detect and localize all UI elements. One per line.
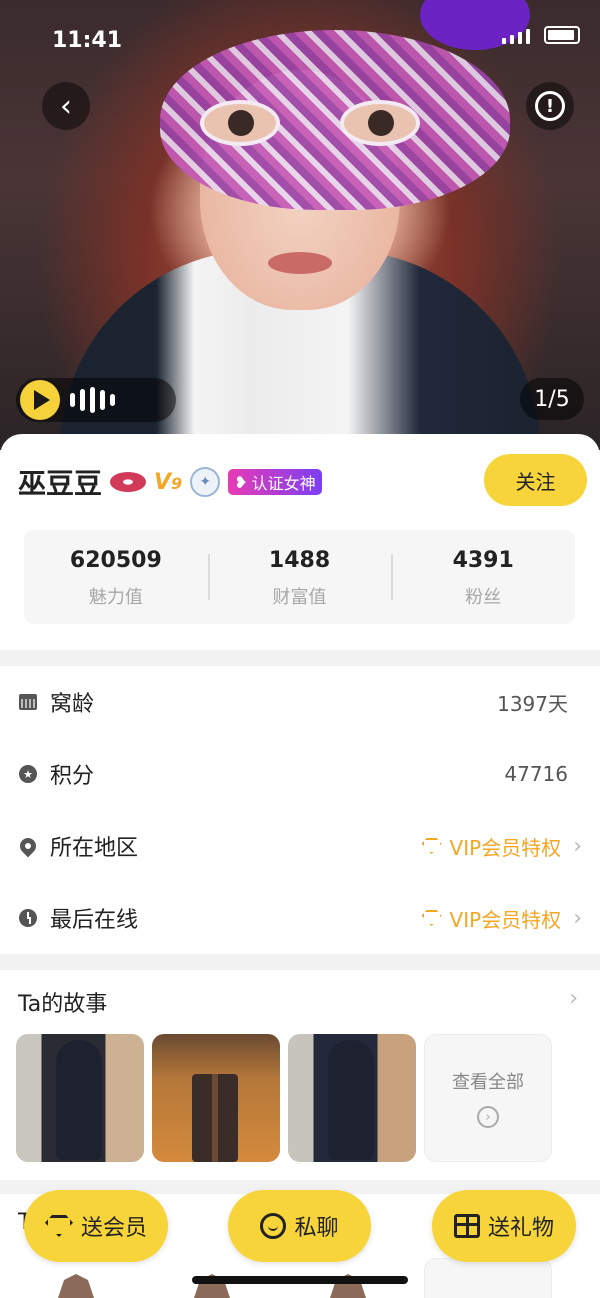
chevron-right-icon: ›	[573, 833, 582, 859]
stat-fans[interactable]: 4391 粉丝	[391, 530, 575, 624]
soundwave-icon	[70, 387, 115, 413]
send-gift-button[interactable]: 送礼物	[432, 1190, 576, 1262]
location-pin-icon	[16, 834, 40, 858]
gift-icon	[453, 1214, 480, 1238]
vip-diamond-icon	[421, 910, 442, 926]
back-button[interactable]: ‹	[42, 82, 90, 130]
butterfly-icon: ❥	[234, 472, 248, 492]
stat-wealth[interactable]: 1488 财富值	[207, 530, 392, 624]
see-all-button[interactable]: 查看全部 ›	[424, 1034, 552, 1162]
photo-counter: 1/5	[520, 378, 584, 420]
stats-panel: 620509 魅力值 1488 财富值 4391 粉丝	[24, 530, 575, 624]
chat-bubble-icon	[260, 1213, 287, 1239]
exclamation-icon: !	[535, 91, 565, 121]
send-vip-button[interactable]: 送会员	[24, 1190, 168, 1262]
vip-privilege-link[interactable]: VIP会员特权 ›	[421, 904, 582, 933]
battery-icon	[544, 26, 580, 44]
home-indicator[interactable]	[192, 1276, 408, 1284]
story-thumbnail[interactable]	[16, 1034, 144, 1162]
stat-charm[interactable]: 620509 魅力值	[24, 530, 208, 624]
vip-diamond-icon	[44, 1215, 73, 1237]
photo-eye-right	[340, 100, 420, 146]
info-row-points: ★ 积分 47716	[0, 738, 600, 810]
name-row: 巫豆豆 V9 ✦ ❥ 认证女神	[18, 462, 322, 502]
vip-level-badge: V9	[154, 469, 183, 495]
report-button[interactable]: !	[526, 82, 574, 130]
info-row-last-online[interactable]: 最后在线 VIP会员特权 ›	[0, 882, 600, 954]
status-indicators	[502, 26, 580, 44]
private-chat-button[interactable]: 私聊	[228, 1190, 371, 1262]
info-list: 窝龄 1397天 ★ 积分 47716 所在地区 VIP会员特权 › 最后在线 …	[0, 666, 600, 954]
star-icon: ★	[19, 765, 37, 783]
stories-title: Ta的故事	[18, 992, 108, 1017]
info-row-age: 窝龄 1397天	[0, 666, 600, 738]
follow-button[interactable]: 关注	[484, 454, 587, 506]
medal-icon: ✦	[190, 467, 221, 497]
lips-icon	[110, 472, 147, 492]
story-thumbnail[interactable]	[152, 1034, 280, 1162]
info-row-region[interactable]: 所在地区 VIP会员特权 ›	[0, 810, 600, 882]
chevron-right-icon: ›	[573, 905, 582, 931]
vip-diamond-icon	[421, 838, 442, 854]
user-name: 巫豆豆	[18, 467, 103, 500]
chevron-right-icon[interactable]: ›	[569, 986, 578, 1011]
story-thumbnail[interactable]	[288, 1034, 416, 1162]
arrow-right-circle-icon: ›	[477, 1106, 499, 1128]
gift-thumbnail[interactable]	[16, 1264, 126, 1298]
signal-icon	[502, 38, 506, 44]
profile-card: 巫豆豆 V9 ✦ ❥ 认证女神 关注 620509 魅力值 1488 财富值 4…	[0, 434, 600, 650]
vip-privilege-link[interactable]: VIP会员特权 ›	[421, 832, 582, 861]
chevron-left-icon: ‹	[60, 88, 72, 124]
photo-lips	[268, 252, 332, 274]
verify-badge: ❥ 认证女神	[228, 469, 322, 495]
play-icon[interactable]	[20, 380, 60, 420]
calendar-icon	[19, 694, 37, 710]
clock-icon	[19, 909, 37, 927]
gift-see-all[interactable]	[424, 1258, 552, 1298]
voice-intro-player[interactable]	[16, 378, 176, 422]
status-time: 11:41	[52, 28, 123, 53]
stories-section: Ta的故事 › 查看全部 ›	[0, 970, 600, 1180]
photo-eye-left	[200, 100, 280, 146]
